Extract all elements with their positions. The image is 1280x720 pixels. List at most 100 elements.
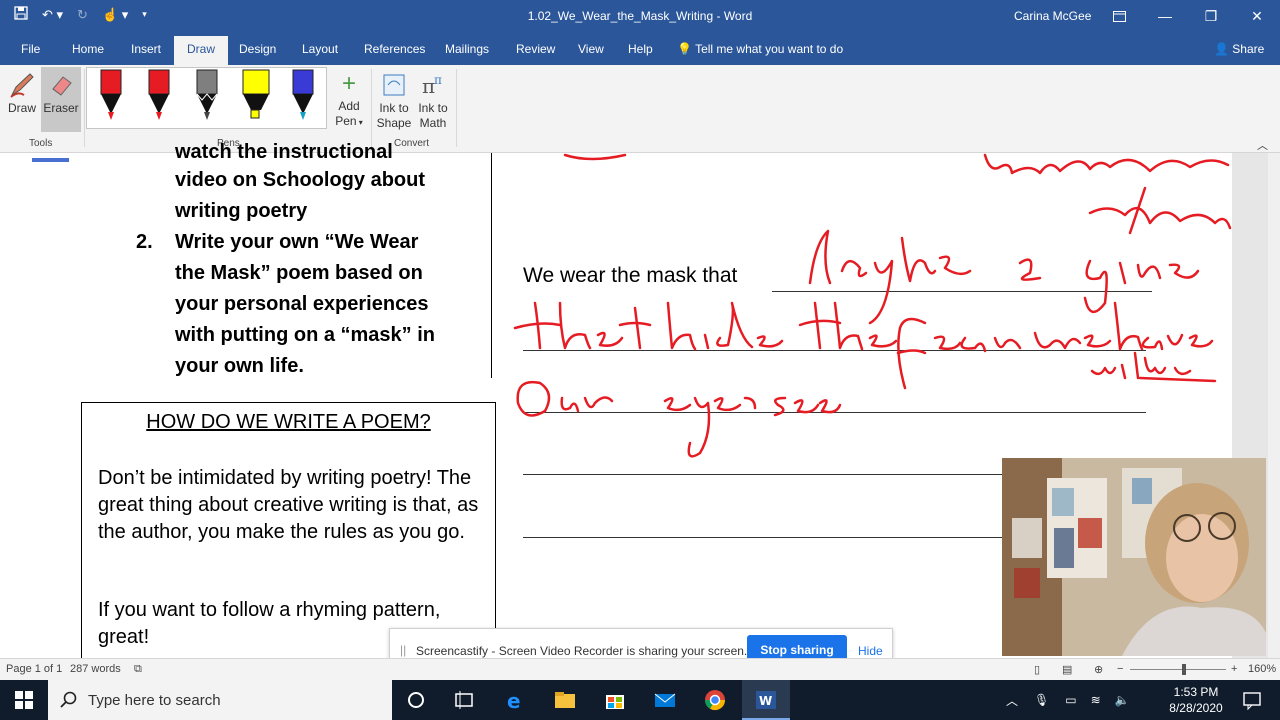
pen-red-2[interactable] xyxy=(148,69,170,120)
blank-line[interactable] xyxy=(772,291,1152,292)
vertical-scrollbar[interactable] xyxy=(1268,153,1280,658)
tab-insert[interactable]: Insert xyxy=(131,42,161,56)
show-hidden-icons[interactable]: ︿ xyxy=(1006,692,1018,709)
zoom-level[interactable]: 160% xyxy=(1248,663,1276,675)
notifications-icon[interactable] xyxy=(1240,688,1264,712)
taskbar-word-active[interactable]: W xyxy=(742,680,790,720)
blue-marker xyxy=(32,158,69,162)
plus-icon: + xyxy=(341,70,356,97)
search-icon xyxy=(60,691,77,708)
draw-pen-icon xyxy=(10,73,34,98)
page-count[interactable]: Page 1 of 1 xyxy=(6,663,62,675)
store-icon[interactable] xyxy=(603,688,627,712)
microphone-icon[interactable]: 🎙 xyxy=(1034,693,1049,707)
zoom-slider[interactable] xyxy=(1130,669,1226,670)
poem-first-line: We wear the mask that xyxy=(523,264,738,287)
zoom-out-icon[interactable]: − xyxy=(1117,663,1123,675)
web-layout-icon[interactable]: ⊕ xyxy=(1094,663,1103,676)
tab-design[interactable]: Design xyxy=(239,42,276,56)
how-to-title: HOW DO WE WRITE A POEM? xyxy=(146,411,431,433)
restore-icon[interactable]: ❐ xyxy=(1188,0,1234,32)
add-pen-label-2: Pen xyxy=(335,114,357,128)
edge-icon[interactable]: e xyxy=(504,688,528,712)
webcam-overlay[interactable] xyxy=(1002,458,1266,656)
how-to-paragraph-1: Don’t be intimidated by writing poetry! … xyxy=(98,467,479,543)
instruction-line: writing poetry xyxy=(175,200,308,222)
ink-to-shape-label-2: Shape xyxy=(376,116,412,130)
collapse-ribbon-icon[interactable]: ︿ xyxy=(1257,137,1268,153)
tab-home[interactable]: Home xyxy=(72,42,104,56)
system-clock[interactable]: 1:53 PM 8/28/2020 xyxy=(1160,684,1232,716)
minimize-icon[interactable]: — xyxy=(1142,0,1188,32)
svg-text:e: e xyxy=(507,689,521,712)
file-explorer-icon[interactable] xyxy=(553,688,577,712)
proofing-icon[interactable]: ⧉ xyxy=(134,663,142,676)
pen-galaxy[interactable] xyxy=(292,69,314,120)
ink-to-math-icon: ππ xyxy=(422,73,442,98)
cortana-icon[interactable] xyxy=(404,688,428,712)
how-to-write-box: HOW DO WE WRITE A POEM? Don’t be intimid… xyxy=(81,402,496,662)
close-icon[interactable]: ✕ xyxy=(1234,0,1280,32)
mail-icon[interactable] xyxy=(653,688,677,712)
tab-draw[interactable]: Draw xyxy=(174,36,229,65)
ribbon-display-icon[interactable] xyxy=(1096,0,1142,32)
pens-gallery xyxy=(86,67,327,129)
ink-to-shape-label-1: Ink to xyxy=(379,101,409,115)
word-icon: W xyxy=(756,691,776,709)
tab-view[interactable]: View xyxy=(578,42,604,56)
read-mode-icon[interactable]: ▯ xyxy=(1034,663,1040,676)
status-bar: Page 1 of 1 287 words ⧉ ▯ ▤ ⊕ − + 160% xyxy=(0,658,1280,680)
search-placeholder: Type here to search xyxy=(88,692,221,709)
hide-button[interactable]: Hide xyxy=(858,644,883,658)
person-icon: 👤 xyxy=(1214,42,1229,56)
print-layout-icon[interactable]: ▤ xyxy=(1062,663,1072,676)
instruction-line: watch the instructional xyxy=(175,141,393,163)
taskbar-search[interactable]: Type here to search xyxy=(48,680,392,720)
word-window: ↶ ▾ ↻ ☝ ▾ ▾ 1.02_We_Wear_the_Mask_Writin… xyxy=(0,0,1280,720)
add-pen-button[interactable]: + Add Pen ▾ xyxy=(332,71,366,130)
word-count[interactable]: 287 words xyxy=(70,663,121,675)
instruction-line: video on Schoology about xyxy=(175,169,425,191)
share-message: Screencastify - Screen Video Recorder is… xyxy=(416,644,748,658)
separator xyxy=(371,69,372,147)
drag-handle-icon[interactable]: || xyxy=(400,643,406,657)
start-button[interactable] xyxy=(0,680,48,720)
lightbulb-icon: 💡 xyxy=(677,42,692,56)
ink-to-math-label-2: Math xyxy=(419,116,447,130)
volume-icon[interactable]: 🔈 xyxy=(1115,693,1130,707)
user-name[interactable]: Carina McGee xyxy=(1014,9,1091,23)
blank-line[interactable] xyxy=(523,474,1003,475)
dropdown-icon: ▾ xyxy=(356,118,363,127)
blank-line[interactable] xyxy=(523,537,1003,538)
zoom-in-icon[interactable]: + xyxy=(1231,663,1237,675)
tell-me-box[interactable]: 💡 Tell me what you want to do xyxy=(677,42,843,56)
tab-help[interactable]: Help xyxy=(628,42,653,56)
step-2-line: with putting on a “mask” in xyxy=(175,324,435,346)
battery-icon[interactable]: ▭ xyxy=(1065,693,1076,707)
blank-line[interactable] xyxy=(523,350,1146,351)
task-view-icon[interactable] xyxy=(452,688,476,712)
tab-layout[interactable]: Layout xyxy=(302,42,338,56)
ink-to-shape-button[interactable]: Ink to Shape xyxy=(375,71,413,131)
step-2-number: 2. xyxy=(136,231,153,253)
system-tray: ︿ 🎙 ▭ ≋ 🔈 xyxy=(1006,680,1130,720)
step-2-line: your personal experiences xyxy=(175,293,429,315)
pen-red-1[interactable] xyxy=(100,69,122,120)
eraser-button[interactable]: Eraser xyxy=(43,71,79,116)
clock-date: 8/28/2020 xyxy=(1169,701,1223,715)
highlighter-yellow[interactable] xyxy=(242,69,270,119)
chrome-icon[interactable] xyxy=(703,688,727,712)
title-bar: ↶ ▾ ↻ ☝ ▾ ▾ 1.02_We_Wear_the_Mask_Writin… xyxy=(0,0,1280,32)
tab-references[interactable]: References xyxy=(364,42,425,56)
blank-line[interactable] xyxy=(523,412,1146,413)
pencil-gray[interactable] xyxy=(196,69,218,120)
tab-mailings[interactable]: Mailings xyxy=(445,42,489,56)
zoom-slider-knob[interactable] xyxy=(1182,664,1186,675)
wifi-icon[interactable]: ≋ xyxy=(1091,693,1101,707)
draw-button[interactable]: Draw xyxy=(6,71,38,116)
tab-review[interactable]: Review xyxy=(516,42,555,56)
share-button[interactable]: 👤 Share xyxy=(1214,42,1264,56)
draw-label: Draw xyxy=(7,101,36,115)
tab-file[interactable]: File xyxy=(21,42,40,56)
ink-to-math-button[interactable]: ππ Ink to Math xyxy=(414,71,452,131)
